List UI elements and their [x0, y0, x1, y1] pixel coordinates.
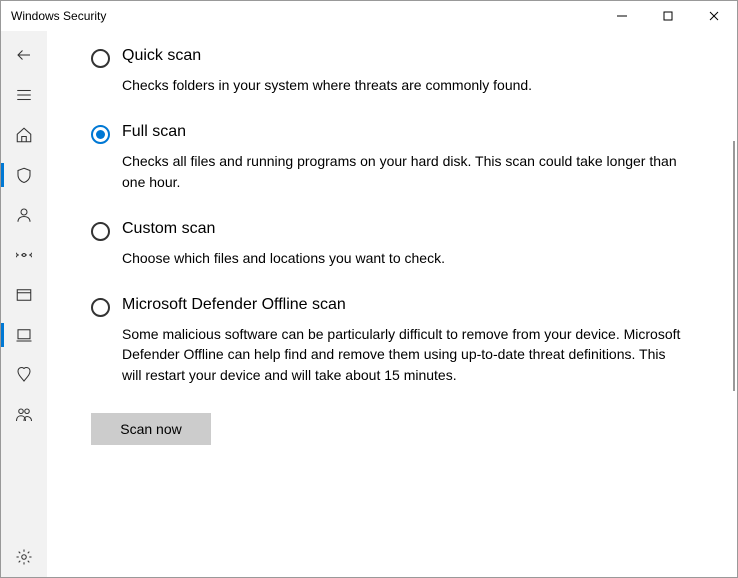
menu-button[interactable]: [1, 75, 47, 115]
back-button[interactable]: [1, 35, 47, 75]
option-title: Full scan: [122, 123, 687, 141]
option-title: Quick scan: [122, 47, 687, 65]
sidebar-item-device-security[interactable]: [1, 315, 47, 355]
accent-indicator: [1, 323, 4, 347]
sidebar: [1, 31, 47, 577]
close-button[interactable]: [691, 1, 737, 31]
sidebar-item-virus-protection[interactable]: [1, 155, 47, 195]
titlebar: Windows Security: [1, 1, 737, 31]
maximize-button[interactable]: [645, 1, 691, 31]
sidebar-item-firewall[interactable]: [1, 235, 47, 275]
option-title: Microsoft Defender Offline scan: [122, 296, 687, 314]
sidebar-item-home[interactable]: [1, 115, 47, 155]
radio-quick-scan[interactable]: [91, 49, 110, 68]
sidebar-item-app-browser-control[interactable]: [1, 275, 47, 315]
sidebar-item-family-options[interactable]: [1, 395, 47, 435]
radio-offline-scan[interactable]: [91, 298, 110, 317]
radio-custom-scan[interactable]: [91, 222, 110, 241]
scan-now-button[interactable]: Scan now: [91, 413, 211, 445]
minimize-button[interactable]: [599, 1, 645, 31]
option-desc: Checks all files and running programs on…: [122, 151, 687, 192]
option-desc: Choose which files and locations you wan…: [122, 248, 687, 268]
main-content: Quick scan Checks folders in your system…: [47, 31, 737, 577]
radio-full-scan[interactable]: [91, 125, 110, 144]
option-custom-scan[interactable]: Custom scan Choose which files and locat…: [91, 220, 687, 268]
window-title: Windows Security: [11, 9, 599, 23]
option-full-scan[interactable]: Full scan Checks all files and running p…: [91, 123, 687, 192]
option-offline-scan[interactable]: Microsoft Defender Offline scan Some mal…: [91, 296, 687, 385]
accent-indicator: [1, 163, 4, 187]
sidebar-item-settings[interactable]: [1, 537, 47, 577]
option-title: Custom scan: [122, 220, 687, 238]
option-desc: Checks folders in your system where thre…: [122, 75, 687, 95]
sidebar-item-account-protection[interactable]: [1, 195, 47, 235]
option-quick-scan[interactable]: Quick scan Checks folders in your system…: [91, 47, 687, 95]
option-desc: Some malicious software can be particula…: [122, 324, 687, 385]
sidebar-item-device-performance[interactable]: [1, 355, 47, 395]
scrollbar[interactable]: [733, 141, 735, 391]
